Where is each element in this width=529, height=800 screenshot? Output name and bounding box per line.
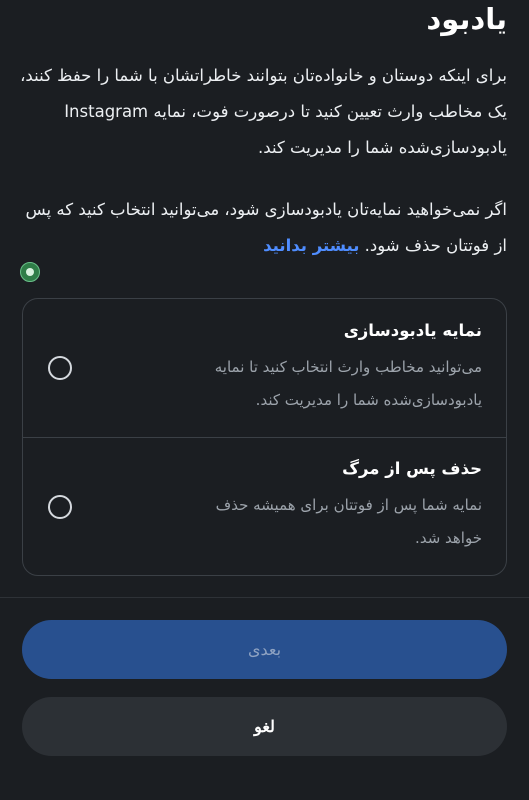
option-delete-after-death[interactable]: حذف پس از مرگ نمایه شما پس از فوتتان برا… bbox=[23, 437, 506, 575]
watermark-logo bbox=[20, 262, 40, 282]
option-memorialize[interactable]: نمایه یادبودسازی می‌توانید مخاطب وارث ان… bbox=[23, 299, 506, 438]
option-description: می‌توانید مخاطب وارث انتخاب کنید تا نمای… bbox=[214, 358, 482, 409]
radio-button[interactable] bbox=[48, 495, 72, 519]
page-title: یادبود bbox=[426, 2, 507, 36]
learn-more-link[interactable]: بیشتر بدانید bbox=[263, 236, 359, 255]
cancel-button[interactable]: لغو bbox=[22, 697, 507, 756]
option-description: نمایه شما پس از فوتتان برای همیشه حذف خو… bbox=[215, 496, 482, 547]
divider bbox=[0, 597, 529, 598]
option-title: نمایه یادبودسازی bbox=[343, 321, 482, 340]
options-card: نمایه یادبودسازی می‌توانید مخاطب وارث ان… bbox=[22, 298, 507, 576]
delete-info-paragraph: اگر نمی‌خواهید نمایه‌تان یادبودسازی شود،… bbox=[19, 192, 508, 264]
option-title: حذف پس از مرگ bbox=[342, 459, 482, 478]
radio-button[interactable] bbox=[48, 356, 72, 380]
intro-paragraph: برای اینکه دوستان و خانواده‌تان بتوانند … bbox=[20, 66, 507, 157]
next-button[interactable]: بعدی bbox=[22, 620, 507, 679]
